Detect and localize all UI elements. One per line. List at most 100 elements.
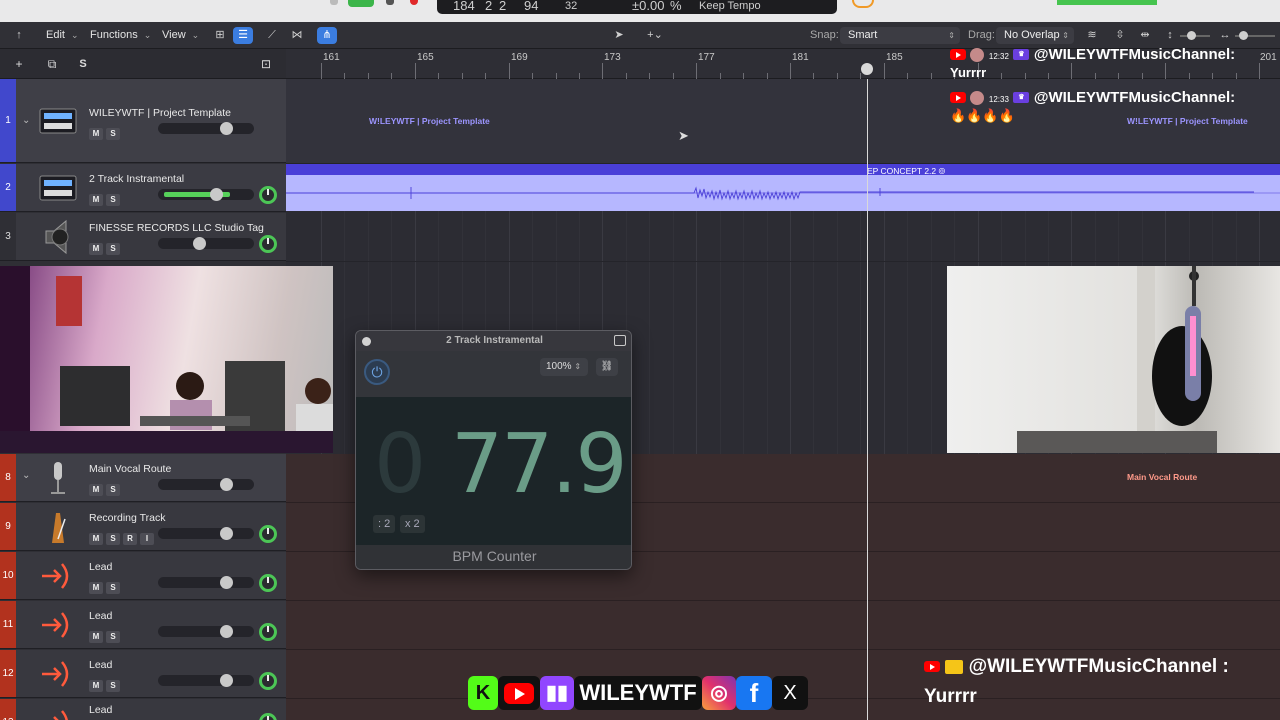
pan-knob[interactable] bbox=[259, 623, 277, 641]
pan-knob[interactable] bbox=[259, 574, 277, 592]
track-8[interactable]: 8 ⌄ Main Vocal Route MS bbox=[0, 454, 286, 502]
solo-button[interactable]: S bbox=[106, 484, 120, 496]
volume-fader[interactable] bbox=[158, 188, 254, 201]
input-monitor-button[interactable]: I bbox=[140, 533, 154, 545]
waveform-zoom-icon[interactable]: ≋ bbox=[1082, 27, 1102, 44]
global-solo-button[interactable]: S bbox=[73, 56, 93, 72]
flex-icon[interactable]: ⋈ bbox=[287, 27, 307, 44]
catch-icon[interactable]: ⋔ bbox=[317, 27, 337, 44]
vertical-zoom-knob[interactable] bbox=[1187, 31, 1196, 40]
volume-fader[interactable] bbox=[158, 674, 254, 687]
drag-select[interactable]: No Overlap bbox=[996, 27, 1074, 44]
track-name[interactable]: Lead bbox=[89, 610, 112, 622]
track-2[interactable]: 2 2 Track Instramental MS bbox=[0, 164, 286, 212]
expand-icon[interactable] bbox=[614, 335, 626, 346]
functions-menu[interactable]: Functions bbox=[84, 27, 157, 44]
mute-button[interactable]: M bbox=[89, 582, 103, 594]
pan-knob[interactable] bbox=[259, 186, 277, 204]
mute-button[interactable]: M bbox=[89, 680, 103, 692]
track-11[interactable]: 11 Lead MS bbox=[0, 601, 286, 649]
zoom-select[interactable]: 100% ⇕ bbox=[540, 358, 588, 376]
solo-button[interactable]: S bbox=[106, 194, 120, 206]
mute-button[interactable]: M bbox=[89, 484, 103, 496]
fader-knob[interactable] bbox=[210, 188, 223, 201]
automation-icon[interactable]: ⟋ bbox=[262, 27, 282, 44]
snap-select[interactable]: Smart bbox=[840, 27, 960, 44]
volume-fader[interactable] bbox=[158, 122, 254, 135]
crosshair-tool-icon[interactable]: +⌄ bbox=[642, 27, 668, 44]
track-name[interactable]: FINESSE RECORDS LLC Studio Tag bbox=[89, 222, 264, 234]
close-button[interactable] bbox=[362, 337, 371, 346]
fader-knob[interactable] bbox=[220, 625, 233, 638]
add-track-button[interactable]: + bbox=[9, 56, 29, 72]
audio-region[interactable] bbox=[286, 164, 1280, 211]
track-name[interactable]: 2 Track Instramental bbox=[89, 173, 184, 185]
track-name[interactable]: WILEYWTF | Project Template bbox=[89, 107, 231, 119]
mute-button[interactable]: M bbox=[89, 533, 103, 545]
playhead[interactable] bbox=[867, 79, 868, 720]
solo-button[interactable]: S bbox=[106, 128, 120, 140]
bpm-counter-plugin[interactable]: 2 Track Instramental ⏻ 100% ⇕ ⛓ 0 77.9 :… bbox=[355, 330, 632, 570]
record-button[interactable] bbox=[410, 0, 418, 5]
duplicate-track-icon[interactable]: ⧉ bbox=[42, 56, 62, 72]
main-vocal-region-label[interactable]: Main Vocal Route bbox=[1127, 472, 1197, 482]
track-name[interactable]: Main Vocal Route bbox=[89, 463, 171, 475]
stop-button[interactable] bbox=[386, 0, 394, 5]
solo-button[interactable]: S bbox=[106, 243, 120, 255]
track-name[interactable]: Recording Track bbox=[89, 512, 165, 524]
volume-fader[interactable] bbox=[158, 527, 254, 540]
pan-knob[interactable] bbox=[259, 672, 277, 690]
mute-button[interactable]: M bbox=[89, 128, 103, 140]
track-3[interactable]: 3 FINESSE RECORDS LLC Studio Tag MS bbox=[0, 213, 286, 261]
folder-icon[interactable]: ⊡ bbox=[256, 56, 276, 72]
pan-knob[interactable] bbox=[259, 525, 277, 543]
fader-knob[interactable] bbox=[220, 674, 233, 687]
track-name[interactable]: Lead bbox=[89, 704, 112, 716]
fader-knob[interactable] bbox=[220, 478, 233, 491]
double-button[interactable]: x 2 bbox=[400, 515, 425, 533]
power-icon[interactable]: ⏻ bbox=[364, 359, 390, 385]
vertical-fit-icon[interactable]: ⇳ bbox=[1110, 27, 1130, 44]
horizontal-zoom-icon[interactable]: ↔ bbox=[1215, 27, 1235, 44]
track-1[interactable]: 1 ⌄ WILEYWTF | Project Template MS bbox=[0, 79, 286, 163]
volume-fader[interactable] bbox=[158, 237, 254, 250]
playhead-handle[interactable] bbox=[861, 63, 873, 75]
fader-knob[interactable] bbox=[220, 576, 233, 589]
list-view-icon[interactable]: ☰ bbox=[233, 27, 253, 44]
disclosure-triangle-icon[interactable]: ⌄ bbox=[22, 470, 30, 481]
volume-fader[interactable] bbox=[158, 625, 254, 638]
link-icon[interactable]: ⛓ bbox=[596, 358, 618, 376]
solo-button[interactable]: S bbox=[106, 680, 120, 692]
horizontal-zoom-knob[interactable] bbox=[1239, 31, 1248, 40]
up-arrow-icon[interactable]: ↑ bbox=[9, 27, 29, 44]
solo-button[interactable]: S bbox=[106, 582, 120, 594]
volume-fader[interactable] bbox=[158, 576, 254, 589]
play-button[interactable] bbox=[348, 0, 374, 7]
rewind-button[interactable] bbox=[330, 0, 338, 5]
view-menu[interactable]: View bbox=[156, 27, 205, 44]
fader-knob[interactable] bbox=[220, 122, 233, 135]
fader-knob[interactable] bbox=[193, 237, 206, 250]
pan-knob[interactable] bbox=[259, 235, 277, 253]
track-name[interactable]: Lead bbox=[89, 561, 112, 573]
track-12[interactable]: 12 Lead MS bbox=[0, 650, 286, 698]
template-region-label[interactable]: W!LEYWTF | Project Template bbox=[369, 116, 490, 126]
record-enable-button[interactable]: R bbox=[123, 533, 137, 545]
track-name[interactable]: Lead bbox=[89, 659, 112, 671]
pointer-tool-icon[interactable]: ➤ bbox=[609, 27, 629, 44]
mute-button[interactable]: M bbox=[89, 631, 103, 643]
solo-button[interactable]: S bbox=[106, 533, 120, 545]
vertical-zoom-icon[interactable]: ↕ bbox=[1160, 27, 1180, 44]
solo-button[interactable]: S bbox=[106, 631, 120, 643]
plugin-title[interactable]: 2 Track Instramental bbox=[356, 331, 631, 351]
edit-menu[interactable]: Edit bbox=[40, 27, 85, 44]
disclosure-triangle-icon[interactable]: ⌄ bbox=[22, 115, 30, 126]
track-9[interactable]: 9 Recording Track MSRI bbox=[0, 503, 286, 551]
pan-knob[interactable] bbox=[259, 713, 277, 720]
fader-knob[interactable] bbox=[220, 527, 233, 540]
halve-button[interactable]: : 2 bbox=[373, 515, 396, 533]
track-13[interactable]: 13 Lead bbox=[0, 699, 286, 720]
track-10[interactable]: 10 Lead MS bbox=[0, 552, 286, 600]
cycle-button[interactable] bbox=[852, 0, 874, 8]
mute-button[interactable]: M bbox=[89, 194, 103, 206]
